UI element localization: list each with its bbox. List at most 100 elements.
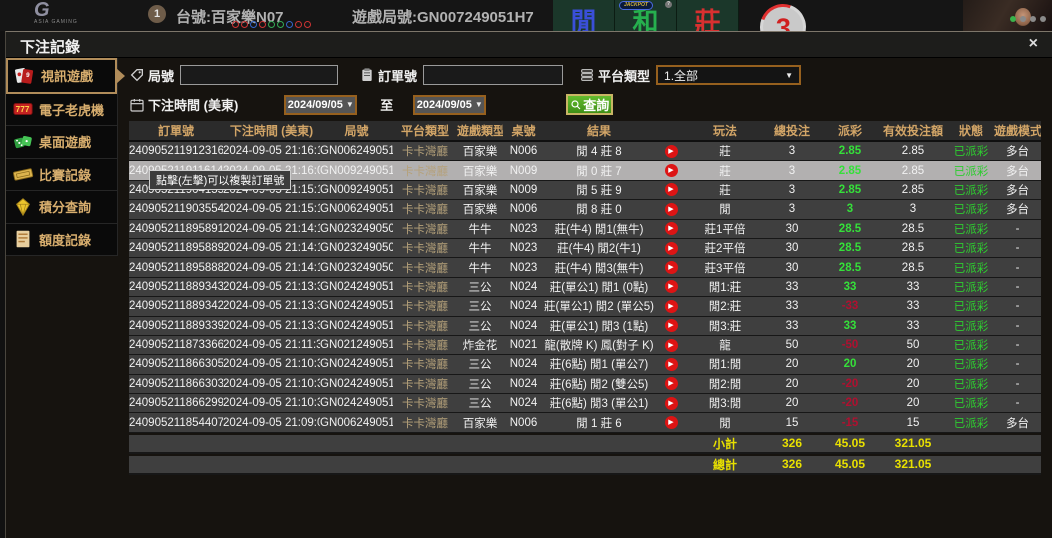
table-row[interactable]: 240905211866299 2024-09-05 21:10:34 GN02…: [129, 394, 1041, 414]
replay-play-icon[interactable]: ▶: [664, 377, 678, 391]
table-row[interactable]: 240905211903554 2024-09-05 21:15:11 GN00…: [129, 200, 1041, 220]
cell-status: 已派彩: [953, 398, 989, 411]
sidebar-item-points-query[interactable]: 積分查詢: [6, 191, 117, 224]
cell-total-bet: 3: [788, 164, 796, 177]
cell-result: 莊(6點) 閒2 (雙公5): [549, 378, 649, 391]
column-header: 平台類型: [400, 124, 449, 138]
cell-order-number[interactable]: 240905211895891: [129, 223, 223, 235]
cell-valid-bet: 3: [909, 203, 917, 216]
cell-result: 莊(單公1) 閒3 (1點): [549, 320, 649, 333]
cell-platform: 卡卡灣廳: [402, 243, 448, 256]
cell-game-type: 三公: [468, 320, 492, 333]
cell-round-number: GN02424905128: [320, 377, 393, 390]
replay-play-icon[interactable]: ▶: [664, 164, 678, 178]
cell-status: 已派彩: [953, 243, 989, 256]
cell-payout: 28.5: [838, 222, 862, 235]
cell-order-number[interactable]: 240905211866299: [129, 397, 223, 409]
sidebar-item-match-records[interactable]: 比賽記錄: [6, 159, 117, 191]
date-from-button[interactable]: 2024/09/05 ▼: [284, 94, 358, 115]
close-icon[interactable]: ×: [1029, 35, 1038, 53]
cell-status: 已派彩: [953, 184, 989, 197]
cell-platform: 卡卡灣廳: [402, 417, 448, 430]
sidebar: 9 視訊遊戲 777 電子老虎機 桌面遊戲 比賽記錄 積分查詢 額度記錄: [6, 58, 118, 256]
replay-play-icon[interactable]: ▶: [664, 396, 678, 410]
screen: G ASIA GAMING 1 台號:百家樂N07 遊戲局號:GN0072490…: [0, 0, 1052, 538]
cell-total-bet: 20: [785, 377, 799, 390]
asia-gaming-logo: G ASIA GAMING: [34, 0, 78, 25]
replay-play-icon[interactable]: ▶: [664, 299, 678, 313]
cell-total-bet: 33: [785, 280, 799, 293]
cell-bet-time: 2024-09-05 21:10:34: [223, 397, 320, 410]
cell-order-number[interactable]: 240905211889339: [129, 320, 223, 332]
replay-play-icon[interactable]: ▶: [664, 357, 678, 371]
bet-zone-banker[interactable]: 莊: [677, 0, 739, 37]
table-row[interactable]: 240905211889343 2024-09-05 21:13:30 GN02…: [129, 277, 1041, 298]
sidebar-item-credit-records[interactable]: 額度記錄: [6, 224, 117, 256]
cell-game-mode: -: [1015, 300, 1020, 313]
platform-type-select[interactable]: 1.全部 ▼: [656, 65, 802, 85]
cell-platform: 卡卡灣廳: [402, 184, 448, 197]
cell-order-number[interactable]: 240905211873366: [129, 339, 223, 351]
cell-game-mode: -: [1015, 242, 1020, 255]
bet-zone-tie[interactable]: JACKPOT ? 和: [615, 0, 677, 37]
cell-total-bet: 33: [785, 319, 799, 332]
cell-status: 已派彩: [953, 378, 989, 391]
replay-play-icon[interactable]: ▶: [664, 319, 678, 333]
cell-payout: -20: [841, 377, 859, 390]
sidebar-item-slots[interactable]: 777 電子老虎機: [6, 94, 117, 126]
replay-play-icon[interactable]: ▶: [664, 144, 678, 158]
cell-table-number: N006: [509, 145, 538, 158]
cell-payout: 28.5: [838, 261, 862, 274]
replay-play-icon[interactable]: ▶: [664, 280, 678, 294]
replay-play-icon[interactable]: ▶: [664, 416, 678, 430]
table-row[interactable]: 240905211889339 2024-09-05 21:13:30 GN02…: [129, 316, 1041, 336]
round-number-input[interactable]: [180, 65, 339, 85]
replay-play-icon[interactable]: ▶: [664, 183, 678, 197]
cell-play-type: 閒2:閒: [708, 378, 742, 391]
jackpot-help-icon[interactable]: ?: [665, 1, 672, 8]
cell-result: 莊(6點) 閒3 (單公1): [549, 398, 649, 411]
cell-status: 已派彩: [953, 204, 989, 217]
cell-order-number[interactable]: 240905211912316: [129, 145, 223, 157]
date-to-button[interactable]: 2024/09/05 ▼: [413, 94, 487, 115]
filter-row-1: 局號 訂單號 平台類型 1.全部 ▼: [129, 65, 802, 85]
table-row[interactable]: 240905211854407 2024-09-05 21:09:06 GN00…: [129, 413, 1041, 433]
table-row[interactable]: 240905211895889 2024-09-05 21:14:16 GN02…: [129, 238, 1041, 259]
cell-bet-time: 2024-09-05 21:13:30: [223, 300, 320, 313]
cell-valid-bet: 28.5: [901, 242, 925, 255]
cell-valid-bet: 20: [906, 358, 920, 371]
cell-order-number[interactable]: 240905211903554: [129, 203, 223, 215]
replay-play-icon[interactable]: ▶: [664, 338, 678, 352]
cell-table-number: N023: [509, 261, 538, 274]
cell-game-type: 牛牛: [468, 243, 492, 256]
table-row[interactable]: 240905211895888 2024-09-05 21:14:16 GN02…: [129, 258, 1041, 278]
cell-order-number[interactable]: 240905211895889: [129, 242, 223, 254]
sidebar-item-video-games[interactable]: 9 視訊遊戲: [6, 58, 117, 94]
table-row[interactable]: 240905211895891 2024-09-05 21:14:16 GN02…: [129, 219, 1041, 239]
table-number-badge: 1: [148, 5, 166, 23]
cell-order-number[interactable]: 240905211854407: [129, 417, 223, 429]
cell-round-number: GN02124905150: [320, 339, 393, 352]
cell-payout: 2.85: [838, 164, 862, 177]
replay-play-icon[interactable]: ▶: [664, 241, 678, 255]
search-button[interactable]: 查詢: [566, 94, 614, 115]
replay-play-icon[interactable]: ▶: [664, 222, 678, 236]
cell-order-number[interactable]: 240905211866303: [129, 378, 223, 390]
order-number-input[interactable]: [423, 65, 564, 85]
table-row[interactable]: 240905211873366 2024-09-05 21:11:30 GN02…: [129, 335, 1041, 356]
sidebar-item-table-games[interactable]: 桌面遊戲: [6, 126, 117, 159]
cell-order-number[interactable]: 240905211895888: [129, 262, 223, 274]
table-row[interactable]: 240905211912316 2024-09-05 21:16:13 GN00…: [129, 142, 1041, 162]
replay-play-icon[interactable]: ▶: [664, 261, 678, 275]
cell-platform: 卡卡灣廳: [402, 320, 448, 333]
table-row[interactable]: 240905211866303 2024-09-05 21:10:35 GN02…: [129, 374, 1041, 395]
cell-order-number[interactable]: 240905211889342: [129, 300, 223, 312]
table-row[interactable]: 240905211866305 2024-09-05 21:10:35 GN02…: [129, 355, 1041, 375]
subtotal-total-bet: 326: [781, 436, 803, 451]
replay-play-icon[interactable]: ▶: [664, 202, 678, 216]
cell-order-number[interactable]: 240905211889343: [129, 281, 223, 293]
cell-order-number[interactable]: 240905211866305: [129, 358, 223, 370]
cell-valid-bet: 20: [906, 397, 920, 410]
table-row[interactable]: 240905211889342 2024-09-05 21:13:30 GN02…: [129, 297, 1041, 317]
bet-zone-player[interactable]: 閒: [553, 0, 615, 37]
